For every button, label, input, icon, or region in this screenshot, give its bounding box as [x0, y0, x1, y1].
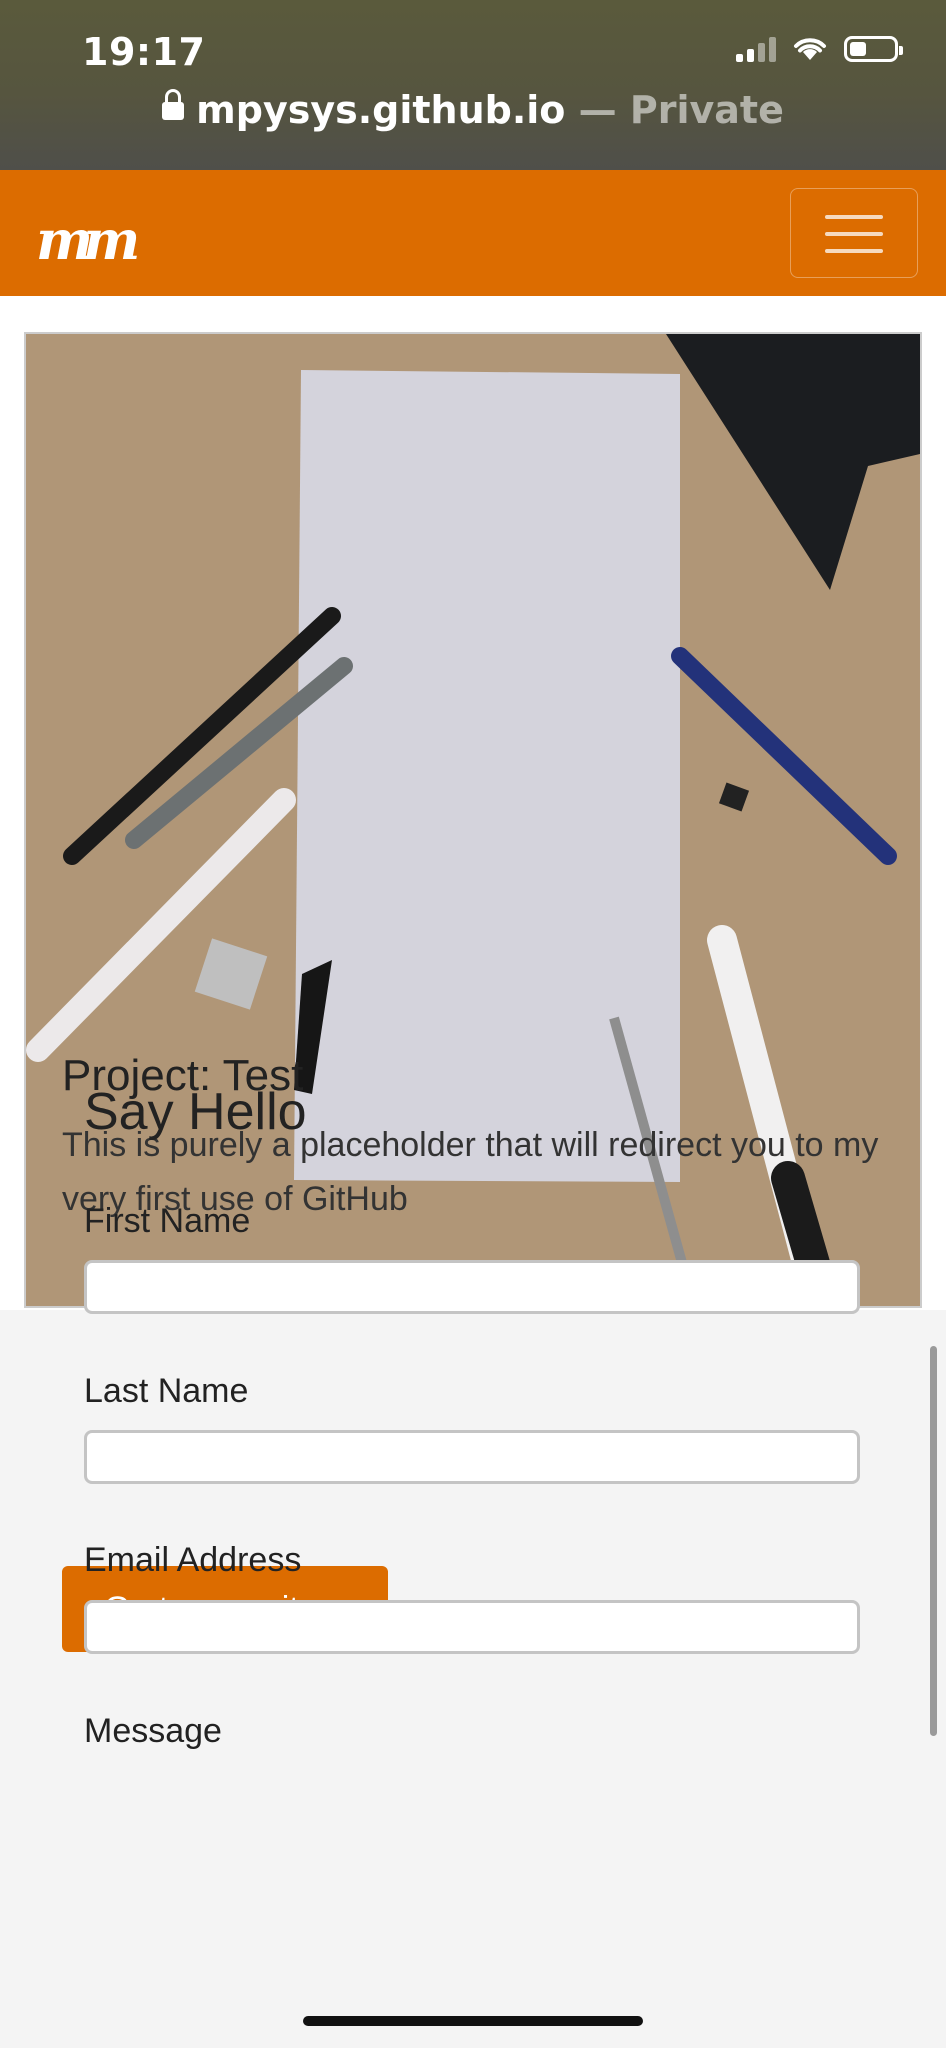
lock-icon: [162, 88, 185, 120]
url-domain: mpysys.github.io: [196, 88, 566, 132]
logo-glyph: m: [36, 208, 93, 272]
status-time: 19:17: [82, 30, 206, 74]
page-scrollbar[interactable]: [930, 1346, 937, 1736]
signal-icon: [736, 36, 776, 62]
battery-icon: [844, 36, 903, 62]
hamburger-menu-icon: [825, 215, 883, 219]
first-name-label: First Name: [84, 1202, 251, 1240]
logo-glyph-2: m: [83, 208, 140, 272]
status-icons: [736, 36, 903, 62]
page-content: Project: Love Running: [0, 296, 946, 2048]
browser-top-bar: 19:17 mpysys.github.io — Private: [0, 0, 946, 170]
first-name-field[interactable]: [84, 1260, 860, 1314]
last-name-field[interactable]: [84, 1430, 860, 1484]
email-field[interactable]: [84, 1600, 860, 1654]
home-indicator[interactable]: [303, 2016, 643, 2026]
site-logo[interactable]: mm: [36, 208, 140, 272]
wifi-icon: [794, 38, 826, 60]
site-navbar: mm: [0, 170, 946, 296]
contact-form-title: Say Hello: [84, 1083, 307, 1141]
message-label: Message: [84, 1712, 222, 1750]
email-label: Email Address: [84, 1541, 302, 1579]
last-name-label: Last Name: [84, 1372, 249, 1410]
private-label: Private: [629, 88, 784, 132]
address-bar[interactable]: mpysys.github.io — Private: [0, 88, 946, 132]
url-separator: —: [565, 88, 630, 132]
hamburger-line: [825, 232, 883, 236]
hamburger-menu-button[interactable]: [790, 188, 918, 278]
hamburger-line: [825, 249, 883, 253]
